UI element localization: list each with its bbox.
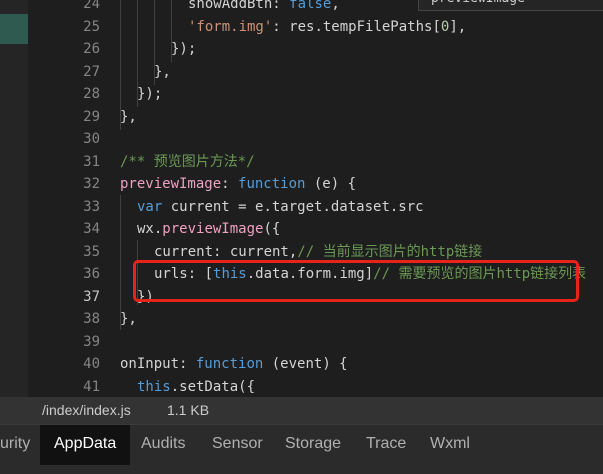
code-line-26: }); xyxy=(171,41,197,57)
tab-appdata[interactable]: AppData xyxy=(40,425,131,465)
code-line-40: onInput: function (event) { xyxy=(120,356,348,372)
tab-wxml[interactable]: Wxml xyxy=(430,425,470,465)
line-number: 24 xyxy=(83,0,100,12)
line-number: 32 xyxy=(83,176,100,192)
code-line-31: /** 预览图片方法*/ xyxy=(120,153,255,170)
code-line-34: wx.previewImage({ xyxy=(137,221,281,237)
tab-trace[interactable]: Trace xyxy=(366,425,406,465)
code-line-29: }, xyxy=(120,108,137,125)
code-line-27: }, xyxy=(154,63,171,80)
code-line-38: }, xyxy=(120,311,137,327)
line-number: 28 xyxy=(83,86,100,102)
line-number: 30 xyxy=(83,131,100,147)
tab-sensor[interactable]: Sensor xyxy=(212,425,263,465)
file-path: /index/index.js xyxy=(42,402,131,418)
sidebar-strip xyxy=(0,0,28,397)
code-editor[interactable]: showAddBtn: false, 'form.img': res.tempF… xyxy=(120,0,603,397)
code-line-25: 'form.img': res.tempFilePaths[0], xyxy=(188,18,467,35)
line-number: 34 xyxy=(83,221,100,237)
line-number: 27 xyxy=(83,63,100,80)
line-number: 26 xyxy=(83,41,100,57)
code-line-32: previewImage: function (e) { xyxy=(120,176,357,192)
line-number: 29 xyxy=(83,108,100,125)
devtools-tab-bar: urity AppData Audits Sensor Storage Trac… xyxy=(0,424,603,474)
code-line-24: showAddBtn: false, xyxy=(188,0,340,12)
highlight-annotation-box xyxy=(133,260,579,302)
tab-security[interactable]: urity xyxy=(0,425,30,465)
line-number: 35 xyxy=(83,243,100,260)
line-number: 25 xyxy=(83,18,100,35)
line-number: 41 xyxy=(83,378,100,395)
line-number-current: 37 xyxy=(83,288,100,305)
status-bar: /index/index.js 1.1 KB xyxy=(0,397,603,424)
line-number: 40 xyxy=(83,356,100,372)
code-line-33: var current = e.target.dataset.src xyxy=(137,198,424,215)
line-number-gutter: 24 25 26 27 28 29 30 31 32 33 34 35 36 3… xyxy=(28,0,100,397)
line-number: 36 xyxy=(83,266,100,282)
line-number: 38 xyxy=(83,311,100,327)
tab-audits[interactable]: Audits xyxy=(141,425,185,465)
line-number: 33 xyxy=(83,198,100,215)
file-size: 1.1 KB xyxy=(167,402,210,418)
code-line-41: this.setData({ xyxy=(137,378,256,395)
line-number: 39 xyxy=(83,333,100,350)
line-number: 31 xyxy=(83,153,100,170)
sidebar-active-item[interactable] xyxy=(0,14,28,44)
tab-storage[interactable]: Storage xyxy=(285,425,341,465)
code-line-28: }); xyxy=(137,86,163,102)
